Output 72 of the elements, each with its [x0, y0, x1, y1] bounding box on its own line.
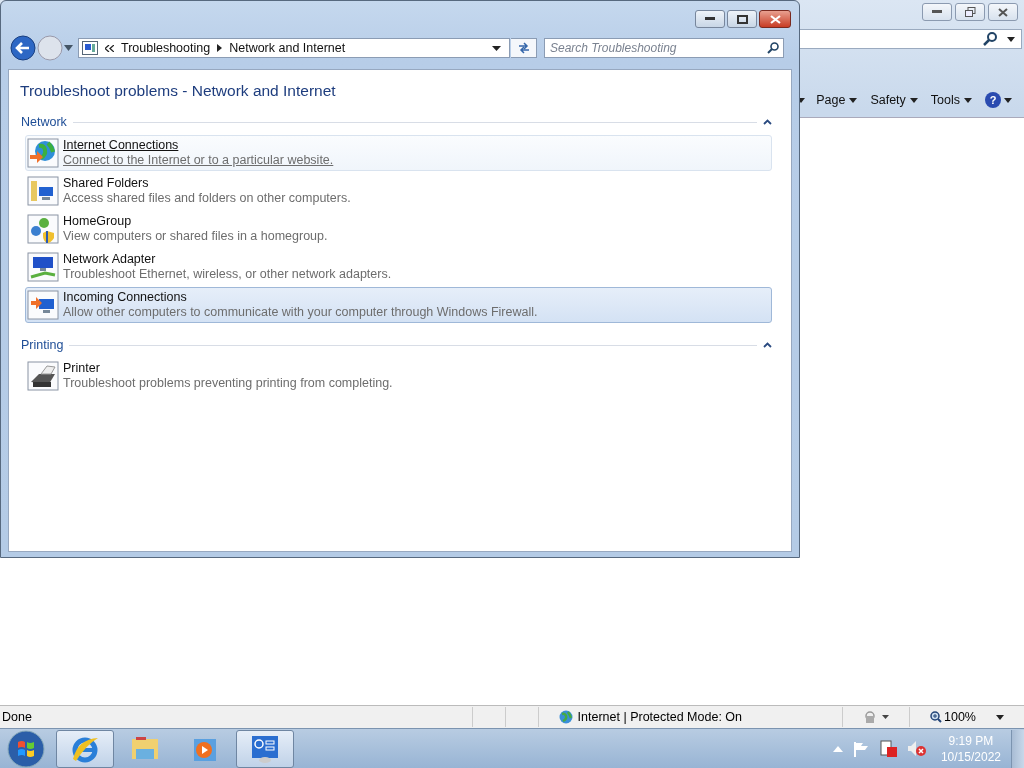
maximize-button[interactable]	[727, 10, 757, 28]
address-bar[interactable]	[798, 29, 1022, 49]
refresh-icon	[516, 42, 531, 54]
caret-icon	[849, 97, 858, 103]
network-error-icon[interactable]	[878, 740, 897, 757]
address-bar[interactable]: Troubleshooting Network and Internet	[78, 38, 510, 58]
troubleshooter-title[interactable]: Internet Connections	[63, 138, 179, 153]
security-zone-text: Internet | Protected Mode: On	[577, 710, 742, 724]
command-menu[interactable]: Safety	[870, 93, 918, 107]
group-title[interactable]: Printing	[21, 338, 64, 352]
refresh-button[interactable]	[511, 38, 537, 58]
troubleshooter-title[interactable]: Incoming Connections	[63, 290, 187, 305]
caret-icon[interactable]	[996, 714, 1004, 720]
troubleshooter-item[interactable]: Internet Connections Connect to the Internet or to a particular website.	[25, 135, 772, 171]
group-title[interactable]: Network	[21, 115, 67, 129]
control-panel-icon	[82, 41, 98, 55]
troubleshooter-item[interactable]: Network Adapter Troubleshoot Ethernet, wireless, or other network adapters.	[25, 249, 772, 285]
breadcrumb-arrow-icon[interactable]	[217, 44, 223, 52]
command-menu[interactable]: Page	[816, 93, 858, 107]
page-heading: Troubleshoot problems - Network and Internet	[20, 82, 337, 100]
troubleshooter-item[interactable]: HomeGroup View computers or shared files in a homegroup.	[25, 211, 772, 247]
start-button[interactable]	[6, 728, 46, 768]
troubleshooter-item[interactable]: Shared Folders Access shared files and folders on other computers.	[25, 173, 772, 209]
restore-button[interactable]	[955, 3, 985, 21]
breadcrumb[interactable]: Troubleshooting	[121, 41, 211, 55]
search-icon[interactable]	[983, 32, 997, 46]
troubleshooter-title[interactable]: HomeGroup	[63, 214, 132, 229]
caret-icon[interactable]	[1007, 36, 1015, 42]
dropdown-caret-icon[interactable]	[492, 45, 501, 51]
status-text: Done	[2, 710, 33, 724]
caret-icon	[1004, 97, 1012, 103]
troubleshooter-description: Connect to the Internet or to a particular website.	[63, 153, 334, 168]
troubleshooter-title[interactable]: Printer	[63, 361, 100, 376]
close-icon	[769, 14, 781, 24]
troubleshooter-description: View computers or shared files in a homegroup.	[63, 229, 328, 244]
troubleshooter-description: Access shared files and folders on other computers.	[63, 191, 351, 206]
troubleshooter-item[interactable]: Printer Troubleshoot problems preventing printing from completing.	[25, 358, 772, 394]
caret-icon	[909, 97, 918, 103]
breadcrumb[interactable]: Network and Internet	[229, 41, 346, 55]
search-field[interactable]: Search Troubleshooting	[544, 38, 784, 58]
globe-icon	[558, 710, 573, 724]
magnifier-icon	[930, 711, 942, 723]
close-button[interactable]	[988, 3, 1018, 21]
minimize-icon	[932, 10, 942, 14]
troubleshooter-title[interactable]: Network Adapter	[63, 252, 156, 267]
troubleshooter-description: Troubleshoot problems preventing printing from completing.	[63, 376, 393, 391]
troubleshooter-item[interactable]: Incoming Connections Allow other computers to communicate with your computer through Windows Firewall.	[25, 287, 772, 323]
printer-icon	[27, 360, 59, 392]
troubleshooter-description: Allow other computers to communicate with your computer through Windows Firewall.	[63, 305, 538, 320]
collapse-icon[interactable]	[763, 119, 772, 125]
taskbar-button[interactable]	[56, 729, 114, 768]
minimize-button[interactable]	[695, 10, 725, 28]
zoom-button[interactable]: 100%	[930, 710, 976, 724]
troubleshooter-title[interactable]: Shared Folders	[63, 176, 149, 191]
close-icon	[998, 7, 1008, 17]
restore-icon	[964, 7, 976, 17]
history-caret-icon[interactable]	[64, 45, 73, 51]
lock-icon[interactable]	[863, 710, 889, 724]
caret-icon	[964, 97, 972, 103]
minimize-button[interactable]	[922, 3, 952, 21]
back-button[interactable]	[10, 35, 36, 61]
collapse-icon[interactable]	[763, 342, 772, 348]
command-menu[interactable]: Tools	[930, 93, 972, 107]
close-button[interactable]	[759, 10, 791, 28]
minimize-icon	[705, 17, 715, 21]
folder-computer-icon	[27, 175, 59, 207]
taskbar-button[interactable]	[236, 729, 294, 768]
troubleshooter-description: Troubleshoot Ethernet, wireless, or other network adapters.	[63, 267, 392, 282]
maximize-icon	[736, 14, 748, 24]
search-icon[interactable]	[767, 42, 779, 54]
muted-speaker-icon[interactable]	[906, 740, 927, 757]
chevron-icon[interactable]	[105, 44, 114, 52]
